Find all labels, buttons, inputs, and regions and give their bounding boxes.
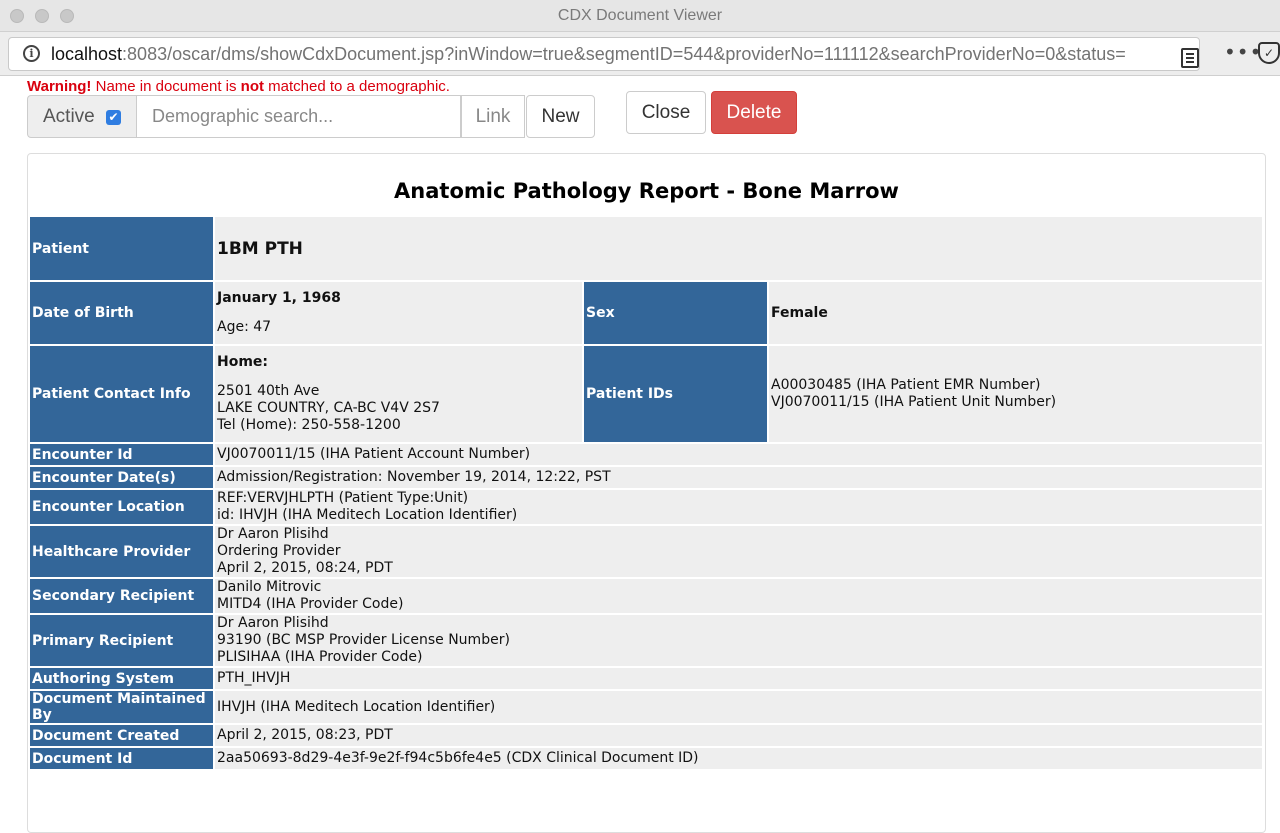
demographic-search-input[interactable] <box>137 95 461 138</box>
row-value: A00030485 (IHA Patient EMR Number) VJ007… <box>769 346 1262 442</box>
window-title: CDX Document Viewer <box>557 7 723 24</box>
row-value-line: VJ0070011/15 (IHA Patient Account Number… <box>217 446 531 462</box>
row-label: Secondary Recipient <box>30 579 213 613</box>
contact-street: 2501 40th Ave <box>217 383 320 399</box>
window-titlebar: CDX Document Viewer <box>0 0 1280 32</box>
row-label: Patient Contact Info <box>30 346 213 442</box>
row-value: Home: 2501 40th Ave LAKE COUNTRY, CA-BC … <box>215 346 582 442</box>
report-title: Anatomic Pathology Report - Bone Marrow <box>394 179 899 203</box>
close-button[interactable]: Close <box>626 91 706 134</box>
patient-id: A00030485 (IHA Patient EMR Number) <box>771 377 1041 393</box>
warning-prefix: Warning! <box>27 78 92 95</box>
row-label: Sex <box>584 282 767 344</box>
row-label: Encounter Date(s) <box>30 467 213 488</box>
url-path: :8083/oscar/dms/showCdxDocument.jsp?inWi… <box>122 44 1126 64</box>
age-value: Age: 47 <box>217 319 272 335</box>
patient-id: VJ0070011/15 (IHA Patient Unit Number) <box>771 394 1057 410</box>
more-icon[interactable]: ••• <box>1224 40 1262 64</box>
demographic-search-group: Active ✔ Link <box>27 95 525 138</box>
url-text[interactable]: localhost:8083/oscar/dms/showCdxDocument… <box>51 44 1126 65</box>
patient-name: 1BM PTH <box>215 217 1262 280</box>
row-value-line: 2aa50693-8d29-4e3f-9e2f-f94c5b6fe4e5 (CD… <box>217 750 699 766</box>
reader-view-icon[interactable] <box>1181 48 1199 68</box>
row-value-line: Admission/Registration: November 19, 201… <box>217 469 611 485</box>
warning-text-1: Name in document is <box>91 78 241 95</box>
delete-button[interactable]: Delete <box>711 91 797 134</box>
table-row: Authoring System PTH_IHVJH <box>30 668 1262 689</box>
contact-type: Home: <box>217 354 269 370</box>
row-value: Admission/Registration: November 19, 201… <box>215 467 1262 488</box>
row-value-line: IHVJH (IHA Meditech Location Identifier) <box>217 698 496 715</box>
table-row: Encounter Date(s) Admission/Registration:… <box>30 467 1262 488</box>
row-value-line: April 2, 2015, 08:24, PDT <box>217 560 393 576</box>
row-value-line: PTH_IHVJH <box>217 670 291 686</box>
url-bar[interactable]: i localhost:8083/oscar/dms/showCdxDocume… <box>8 37 1200 71</box>
row-value: Danilo Mitrovic MITD4 (IHA Provider Code) <box>215 579 1262 613</box>
row-label: Encounter Location <box>30 490 213 524</box>
browser-toolbar: i localhost:8083/oscar/dms/showCdxDocume… <box>0 32 1280 76</box>
row-value-line: REF:VERVJHLPTH (Patient Type:Unit) <box>217 490 469 506</box>
pocket-icon[interactable]: ✓ <box>1258 42 1280 64</box>
contact-city: LAKE COUNTRY, CA-BC V4V 2S7 <box>217 400 440 416</box>
table-row: Secondary Recipient Danilo Mitrovic MITD4 … <box>30 579 1262 613</box>
row-value: Dr Aaron Plisihd 93190 (BC MSP Provider L… <box>215 615 1262 666</box>
link-button[interactable]: Link <box>461 95 525 138</box>
report-table: Patient 1BM PTH Date of Birth January 1,… <box>28 215 1264 771</box>
row-value-line: MITD4 (IHA Provider Code) <box>217 596 404 612</box>
info-icon[interactable]: i <box>23 45 40 62</box>
table-row: Healthcare Provider Dr Aaron Plisihd Order… <box>30 526 1262 577</box>
row-label: Document Created <box>30 725 213 746</box>
row-label: Document Id <box>30 748 213 769</box>
row-label: Primary Recipient <box>30 615 213 666</box>
row-label: Healthcare Provider <box>30 526 213 577</box>
row-label: Authoring System <box>30 668 213 689</box>
row-label: Document Maintained By <box>30 691 213 723</box>
table-row: Document Created April 2, 2015, 08:23, PD… <box>30 725 1262 746</box>
row-label: Encounter Id <box>30 444 213 465</box>
contact-tel: Tel (Home): 250-558-1200 <box>217 417 401 433</box>
row-value-line: PLISIHAA (IHA Provider Code) <box>217 649 423 665</box>
warning-text-2: matched to a demographic. <box>264 78 450 95</box>
row-value: VJ0070011/15 (IHA Patient Account Number… <box>215 444 1262 465</box>
active-checkbox[interactable]: ✔ <box>106 110 121 125</box>
table-row: Patient Contact Info Home: 2501 40th Ave… <box>30 346 1262 442</box>
table-row: Document Id 2aa50693-8d29-4e3f-9e2f-f94c5… <box>30 748 1262 769</box>
row-value: IHVJH (IHA Meditech Location Identifier) <box>215 691 1262 723</box>
table-row: Document Maintained By IHVJH (IHA Meditec… <box>30 691 1262 723</box>
row-value: January 1, 1968 Age: 47 <box>215 282 582 344</box>
new-button[interactable]: New <box>526 95 595 138</box>
row-value: Dr Aaron Plisihd Ordering Provider April 2… <box>215 526 1262 577</box>
table-row: Primary Recipient Dr Aaron Plisihd 93190 (… <box>30 615 1262 666</box>
warning-emphasis: not <box>240 78 264 95</box>
row-value: REF:VERVJHLPTH (Patient Type:Unit) id: IH… <box>215 490 1262 524</box>
row-label: Patient <box>30 217 213 280</box>
row-label: Patient IDs <box>584 346 767 442</box>
sex-value: Female <box>769 282 1262 344</box>
row-value-line: Ordering Provider <box>217 543 341 559</box>
active-toggle[interactable]: Active ✔ <box>27 95 137 138</box>
table-row: Date of Birth January 1, 1968 Age: 47 Se… <box>30 282 1262 344</box>
demographic-warning: Warning! Name in document is not matched… <box>27 78 450 95</box>
table-row: Encounter Location REF:VERVJHLPTH (Patien… <box>30 490 1262 524</box>
row-value-line: April 2, 2015, 08:23, PDT <box>217 727 393 743</box>
active-label: Active <box>43 106 95 127</box>
row-value: April 2, 2015, 08:23, PDT <box>215 725 1262 746</box>
dob-value: January 1, 1968 <box>217 290 341 306</box>
row-value: PTH_IHVJH <box>215 668 1262 689</box>
row-value-line: id: IHVJH (IHA Meditech Location Identif… <box>217 507 518 523</box>
patient-name-text: 1BM PTH <box>217 238 303 259</box>
row-value: 2aa50693-8d29-4e3f-9e2f-f94c5b6fe4e5 (CD… <box>215 748 1262 769</box>
row-value-line: Dr Aaron Plisihd <box>217 526 329 542</box>
row-value-line: Danilo Mitrovic <box>217 579 322 595</box>
table-row: Patient 1BM PTH <box>30 217 1262 280</box>
url-host: localhost <box>51 44 123 64</box>
row-label: Date of Birth <box>30 282 213 344</box>
table-row: Encounter Id VJ0070011/15 (IHA Patient Ac… <box>30 444 1262 465</box>
row-value-line: 93190 (BC MSP Provider License Number) <box>217 632 510 648</box>
row-value-line: Dr Aaron Plisihd <box>217 615 329 631</box>
